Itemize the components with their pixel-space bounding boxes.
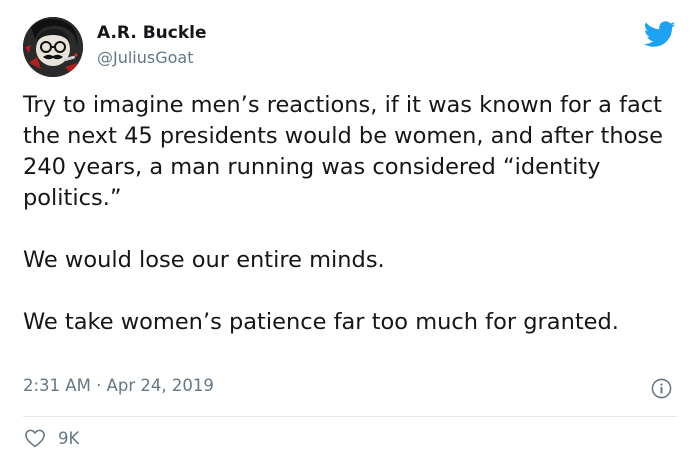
info-icon[interactable] — [651, 378, 672, 399]
tweet-card: A.R. Buckle @JuliusGoat Try to imagine m… — [0, 0, 700, 470]
divider — [23, 416, 677, 417]
twitter-bird-icon[interactable] — [644, 21, 676, 48]
tweet-text: Try to imagine men’s reactions, if it wa… — [23, 90, 683, 338]
tweet-paragraph: We would lose our entire minds. — [23, 247, 385, 273]
tweet-paragraph: We take women’s patience far too much fo… — [23, 309, 619, 335]
avatar[interactable] — [23, 17, 83, 77]
tweet-timestamp[interactable]: 2:31 AM · Apr 24, 2019 — [23, 376, 214, 395]
avatar-icon — [23, 17, 83, 77]
like-button[interactable]: 9K — [24, 428, 79, 448]
author-name[interactable]: A.R. Buckle — [97, 23, 207, 43]
tweet-paragraph: Try to imagine men’s reactions, if it wa… — [23, 92, 663, 211]
heart-icon[interactable] — [24, 428, 46, 448]
like-count: 9K — [58, 428, 80, 448]
author-handle[interactable]: @JuliusGoat — [97, 48, 194, 67]
